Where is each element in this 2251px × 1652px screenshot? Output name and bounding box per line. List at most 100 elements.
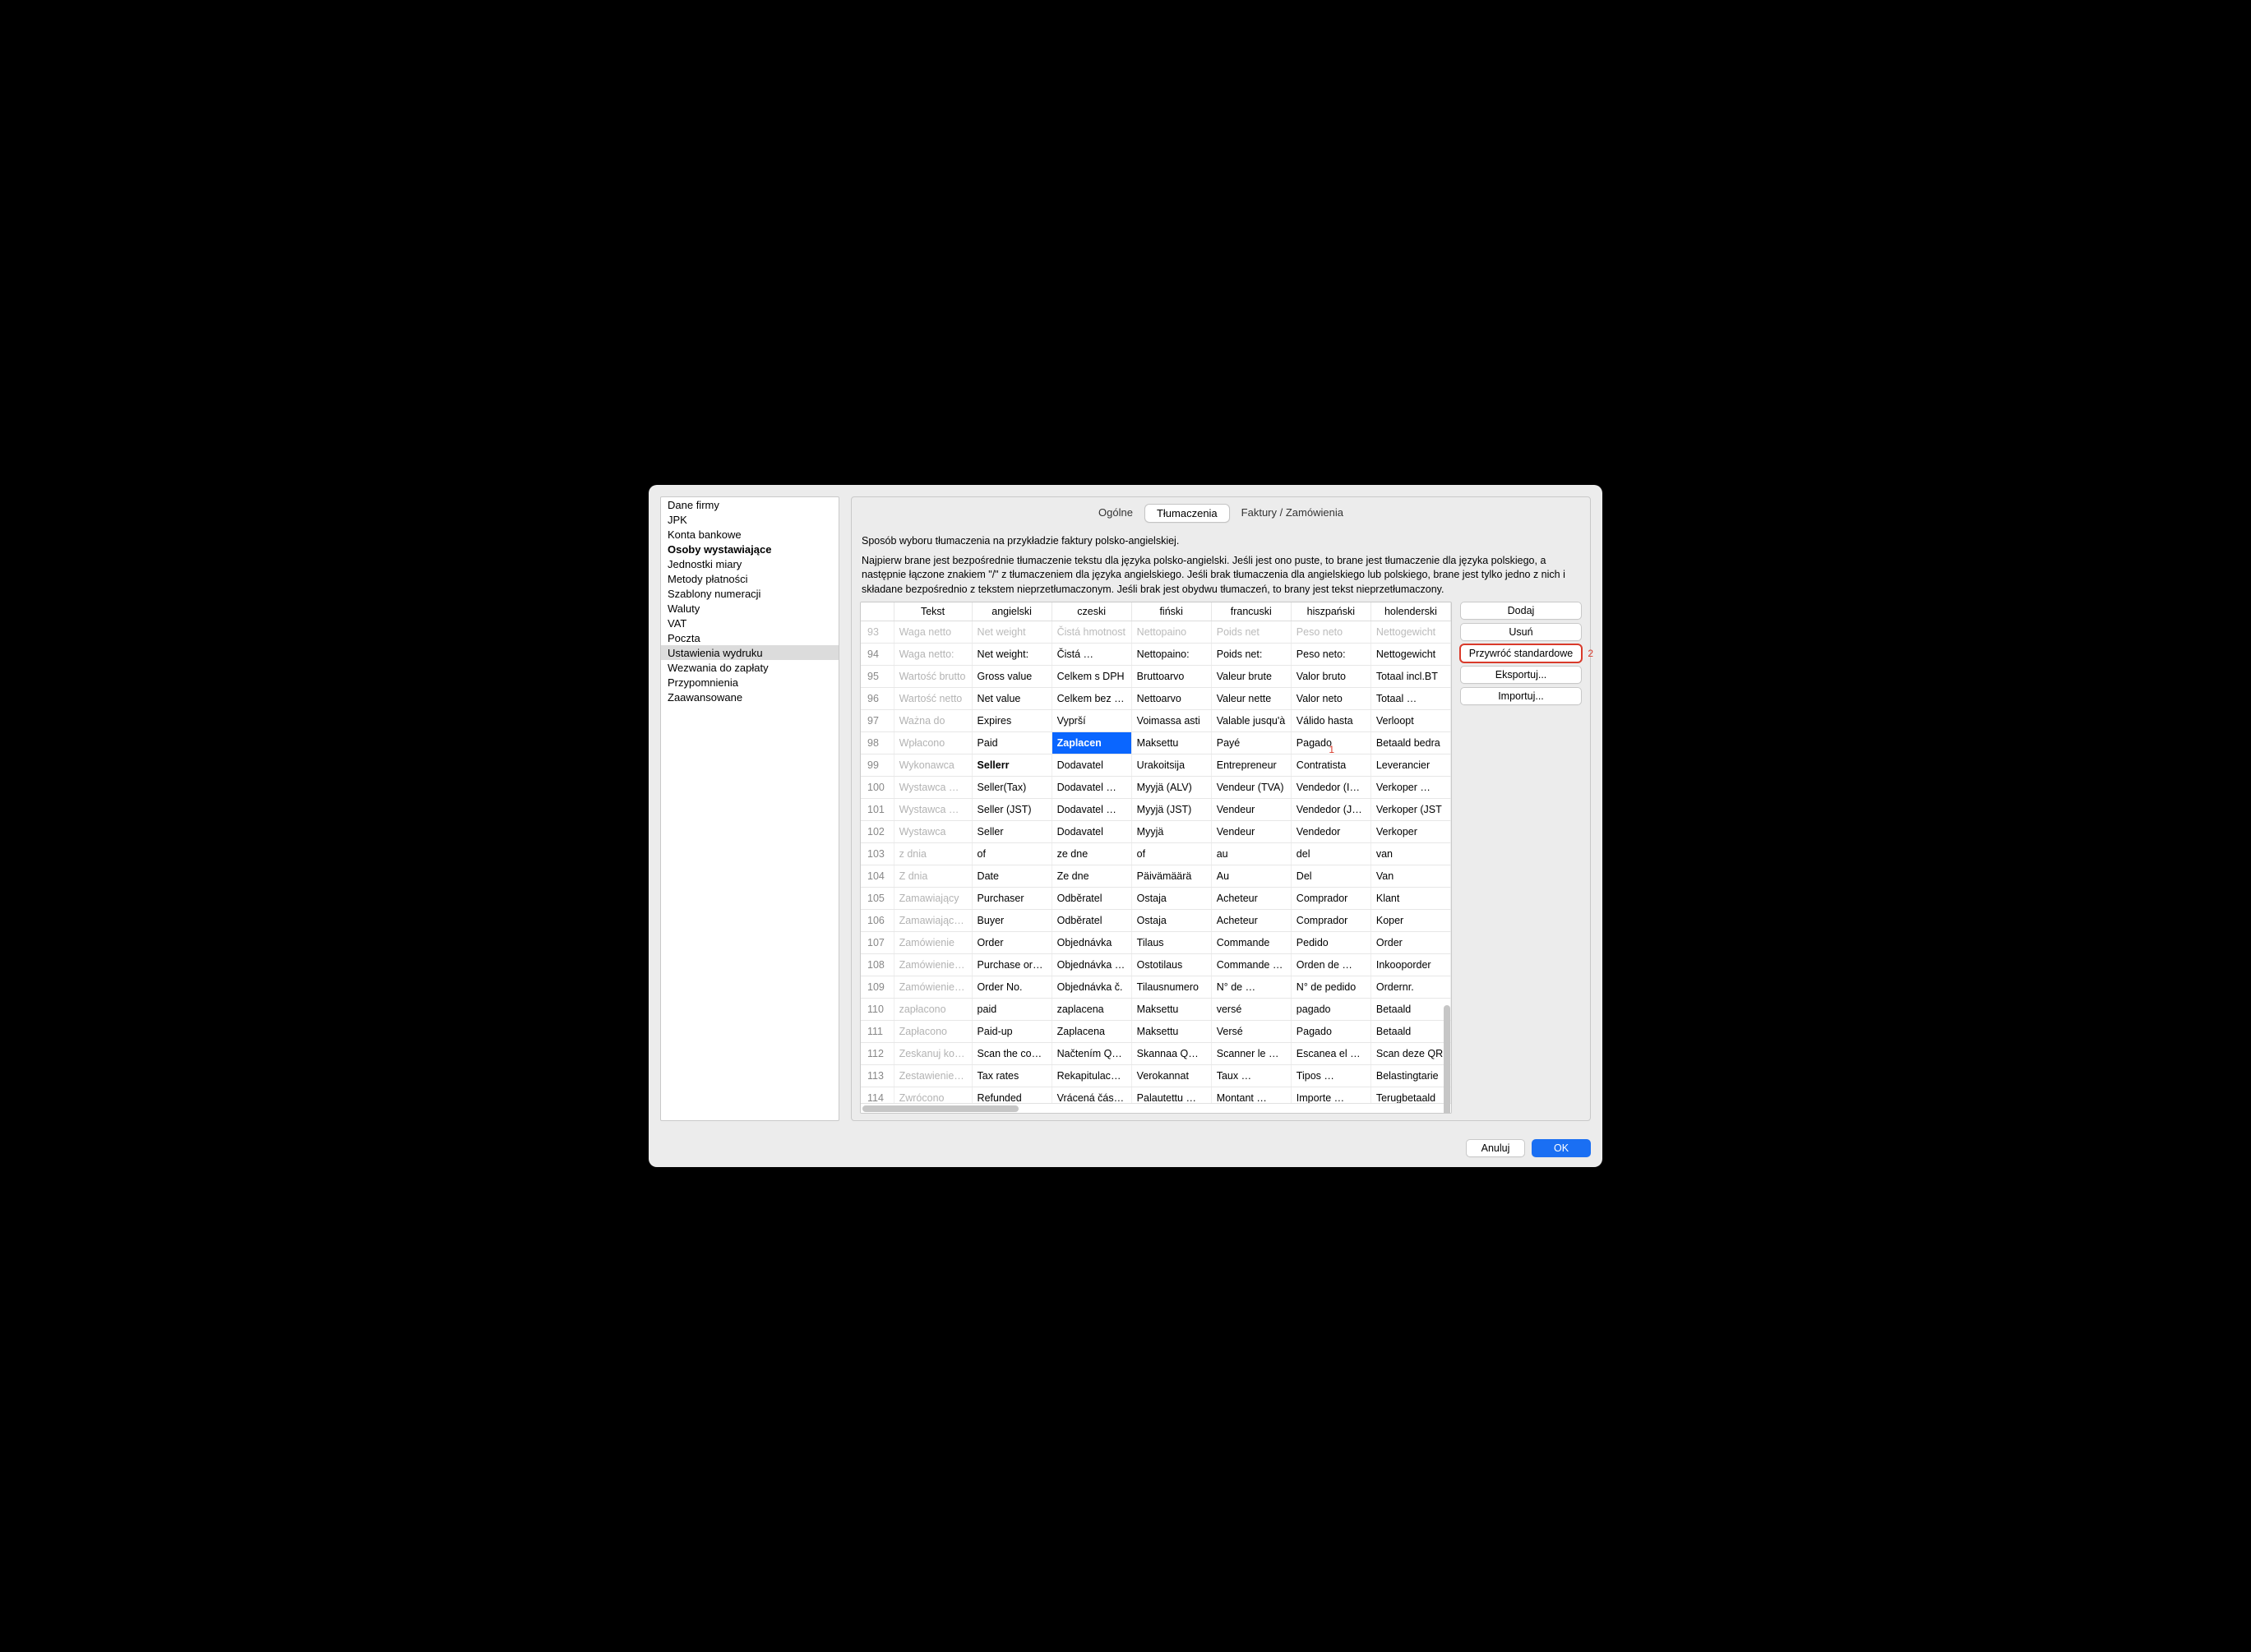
cell[interactable]: N° de pedido [1291, 976, 1370, 999]
sidebar-item[interactable]: Ustawienia wydruku [661, 645, 839, 660]
sidebar-item[interactable]: JPK [661, 512, 839, 527]
cancel-button[interactable]: Anuluj [1466, 1139, 1525, 1157]
cell[interactable]: Celkem s DPH [1052, 666, 1131, 688]
cell[interactable]: Maksettu [1131, 999, 1211, 1021]
cell[interactable]: Vendeur [1211, 799, 1291, 821]
cell[interactable]: Tilausnumero [1131, 976, 1211, 999]
cell[interactable]: Celkem bez … [1052, 688, 1131, 710]
cell[interactable]: Klant [1370, 888, 1450, 910]
cell[interactable]: Sellerr [972, 754, 1052, 777]
table-row[interactable]: 93Waga nettoNet weightČistá hmotnostNett… [861, 621, 1451, 644]
cell[interactable]: Van [1370, 865, 1450, 888]
cell[interactable]: Dodavatel … [1052, 777, 1131, 799]
sidebar-item[interactable]: Poczta [661, 630, 839, 645]
cell[interactable]: Totaal … [1370, 688, 1450, 710]
table-row[interactable]: 95Wartość bruttoGross valueCelkem s DPHB… [861, 666, 1451, 688]
cell[interactable]: Maksettu [1131, 1021, 1211, 1043]
table-row[interactable]: 103z dniaofze dneofaudelvan [861, 843, 1451, 865]
restore-defaults-button[interactable]: Przywróć standardowe [1460, 644, 1582, 662]
table-row[interactable]: 106Zamawiający …BuyerOdběratelOstajaAche… [861, 910, 1451, 932]
cell[interactable]: Palautettu … [1131, 1087, 1211, 1104]
cell[interactable]: Ordernr. [1370, 976, 1450, 999]
cell[interactable]: Importe … [1291, 1087, 1370, 1104]
table-scroll[interactable]: Tekstangielskiczeskifińskifrancuskihiszp… [861, 602, 1451, 1103]
cell[interactable]: Purchaser [972, 888, 1052, 910]
vertical-scrollbar-thumb[interactable] [1444, 1005, 1450, 1114]
cell[interactable]: versé [1211, 999, 1291, 1021]
cell[interactable]: Valeur brute [1211, 666, 1291, 688]
cell[interactable]: Bruttoarvo [1131, 666, 1211, 688]
cell[interactable]: Acheteur [1211, 888, 1291, 910]
table-row[interactable]: 111ZapłaconoPaid-upZaplacenaMaksettuVers… [861, 1021, 1451, 1043]
cell[interactable]: Purchase order [972, 954, 1052, 976]
cell[interactable]: Voimassa asti [1131, 710, 1211, 732]
add-button[interactable]: Dodaj [1460, 602, 1582, 620]
cell[interactable]: Rekapitulace … [1052, 1065, 1131, 1087]
cell[interactable]: Payé [1211, 732, 1291, 754]
cell[interactable]: Vrácená částka [1052, 1087, 1131, 1104]
table-row[interactable]: 97Ważna doExpiresVypršíVoimassa astiVala… [861, 710, 1451, 732]
cell[interactable]: Net weight [972, 621, 1052, 644]
cell[interactable]: Comprador [1291, 910, 1370, 932]
cell[interactable]: Ostaja [1131, 888, 1211, 910]
cell[interactable]: Ostotilaus [1131, 954, 1211, 976]
cell[interactable]: Expires [972, 710, 1052, 732]
cell[interactable]: Verkoper (JST [1370, 799, 1450, 821]
table-row[interactable]: 102WystawcaSellerDodavatelMyyjäVendeurVe… [861, 821, 1451, 843]
cell[interactable]: Nettoarvo [1131, 688, 1211, 710]
cell[interactable]: Entrepreneur [1211, 754, 1291, 777]
cell[interactable]: Scanner le … [1211, 1043, 1291, 1065]
cell[interactable]: Contratista [1291, 754, 1370, 777]
cell[interactable]: Tax rates [972, 1065, 1052, 1087]
cell[interactable]: Commande … [1211, 954, 1291, 976]
sidebar-item[interactable]: Osoby wystawiające [661, 542, 839, 556]
table-row[interactable]: 94Waga netto:Net weight:Čistá …Nettopain… [861, 644, 1451, 666]
table-row[interactable]: 108Zamówienie d…Purchase orderObjednávka… [861, 954, 1451, 976]
cell[interactable]: Vendedor [1291, 821, 1370, 843]
cell[interactable]: Ostaja [1131, 910, 1211, 932]
table-row[interactable]: 114ZwróconoRefundedVrácená částkaPalaute… [861, 1087, 1451, 1104]
cell[interactable]: Koper [1370, 910, 1450, 932]
cell[interactable]: of [1131, 843, 1211, 865]
cell[interactable]: Order [972, 932, 1052, 954]
cell[interactable]: Seller (JST) [972, 799, 1052, 821]
cell[interactable]: Valor neto [1291, 688, 1370, 710]
sidebar-item[interactable]: Metody płatności [661, 571, 839, 586]
sidebar-item[interactable]: Waluty [661, 601, 839, 616]
horizontal-scrollbar-thumb[interactable] [862, 1105, 1019, 1112]
cell[interactable]: Poids net: [1211, 644, 1291, 666]
table-row[interactable]: 110zapłaconopaidzaplacenaMaksettuversépa… [861, 999, 1451, 1021]
cell[interactable]: Acheteur [1211, 910, 1291, 932]
cell[interactable]: Nettogewicht [1370, 644, 1450, 666]
cell[interactable]: Válido hasta [1291, 710, 1370, 732]
cell[interactable]: Pagado [1291, 1021, 1370, 1043]
cell[interactable]: Versé [1211, 1021, 1291, 1043]
column-header[interactable]: fiński [1131, 602, 1211, 621]
cell[interactable]: Inkooporder [1370, 954, 1450, 976]
cell[interactable]: Comprador [1291, 888, 1370, 910]
cell[interactable]: Dodavatel [1052, 754, 1131, 777]
table-row[interactable]: 98WpłaconoPaidZaplacenMaksettuPayéPagado… [861, 732, 1451, 754]
cell[interactable]: Scan the cod… [972, 1043, 1052, 1065]
table-row[interactable]: 107ZamówienieOrderObjednávkaTilausComman… [861, 932, 1451, 954]
table-row[interactable]: 101Wystawca …Seller (JST)Dodavatel …Myyj… [861, 799, 1451, 821]
cell[interactable]: ze dne [1052, 843, 1131, 865]
cell[interactable]: del [1291, 843, 1370, 865]
cell[interactable]: Au [1211, 865, 1291, 888]
cell[interactable]: Čistá … [1052, 644, 1131, 666]
cell[interactable]: Verkoper … [1370, 777, 1450, 799]
cell[interactable]: Seller(Tax) [972, 777, 1052, 799]
cell[interactable]: of [972, 843, 1052, 865]
cell[interactable]: au [1211, 843, 1291, 865]
cell[interactable]: Escanea el … [1291, 1043, 1370, 1065]
cell[interactable]: Net value [972, 688, 1052, 710]
import-button[interactable]: Importuj... [1460, 687, 1582, 705]
table-row[interactable]: 104Z dniaDateZe dnePäivämääräAuDelVan [861, 865, 1451, 888]
cell[interactable]: pagado [1291, 999, 1370, 1021]
sidebar-item[interactable]: Szablony numeracji [661, 586, 839, 601]
cell[interactable]: Paid-up [972, 1021, 1052, 1043]
column-header[interactable]: Tekst [894, 602, 972, 621]
cell[interactable]: Myyjä (JST) [1131, 799, 1211, 821]
cell[interactable]: Ze dne [1052, 865, 1131, 888]
cell[interactable]: Nettopaino: [1131, 644, 1211, 666]
